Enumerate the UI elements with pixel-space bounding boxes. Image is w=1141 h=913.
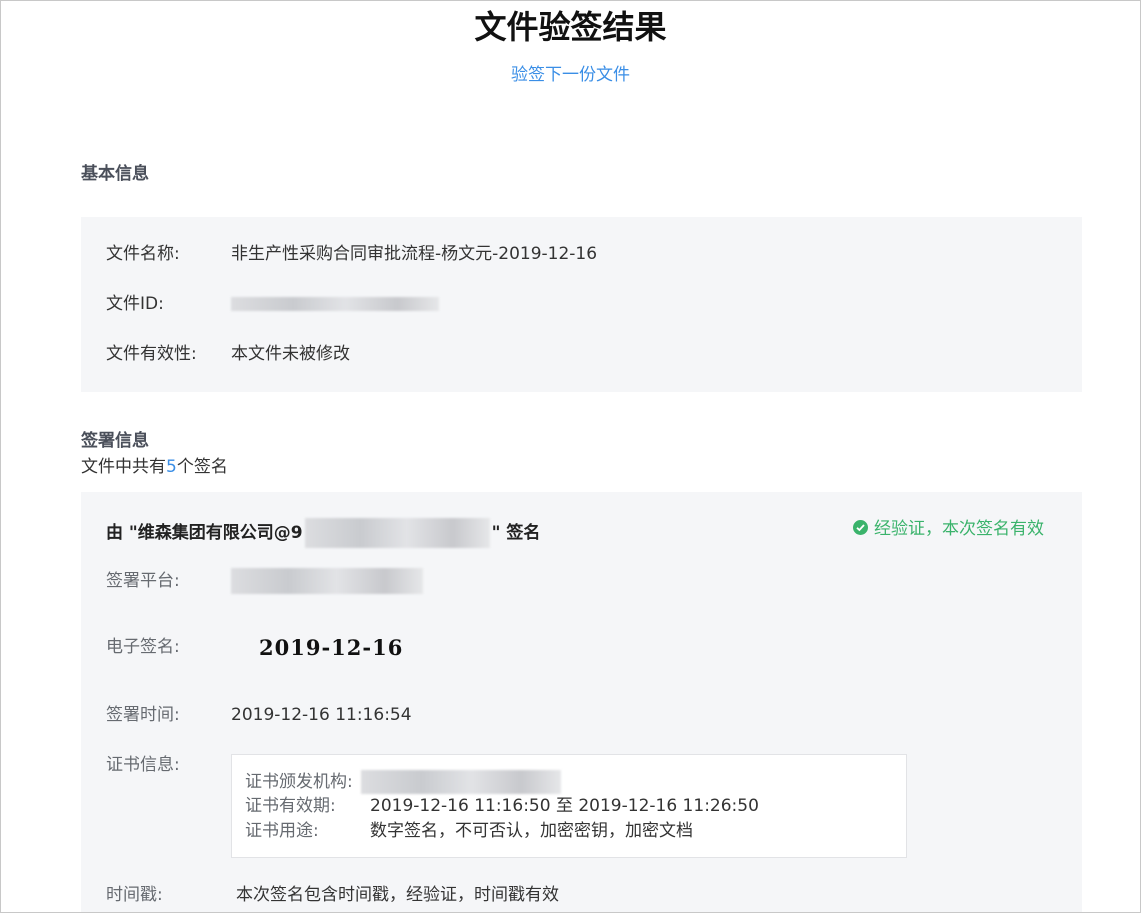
- cert-row: 证书信息:: [106, 754, 231, 776]
- file-name-label: 文件名称:: [106, 244, 180, 264]
- signer-header-prefix: 由 "维森集团有限公司@9: [106, 523, 303, 543]
- signature-count-prefix: 文件中共有: [81, 457, 166, 477]
- cert-issuer-label: 证书颁发机构:: [245, 772, 353, 792]
- esign-date: 2019-12-16: [259, 635, 404, 660]
- file-validity-value: 本文件未被修改: [231, 344, 350, 364]
- signature-count-text: 文件中共有5个签名: [81, 456, 228, 478]
- signature-count-suffix: 个签名: [176, 457, 228, 477]
- verification-status-text: 经验证，本次签名有效: [874, 519, 1044, 539]
- platform-row: 签署平台:: [106, 568, 423, 594]
- sign-time-label: 签署时间:: [106, 705, 180, 725]
- cert-usage-value: 数字签名，不可否认，加密密钥，加密文档: [370, 821, 693, 841]
- cert-validity-line: 证书有效期: 2019-12-16 11:16:50 至 2019-12-16 1…: [245, 795, 759, 817]
- timestamp-row: 时间戳: 本次签名包含时间戳，经验证，时间戳有效: [106, 884, 559, 906]
- cert-usage-line: 证书用途: 数字签名，不可否认，加密密钥，加密文档: [245, 820, 693, 842]
- timestamp-label: 时间戳:: [106, 885, 163, 905]
- sign-time-row: 签署时间: 2019-12-16 11:16:54: [106, 704, 412, 726]
- cert-issuer-redacted: [360, 770, 561, 794]
- cert-label: 证书信息:: [106, 755, 180, 775]
- sign-time-value: 2019-12-16 11:16:54: [231, 705, 412, 725]
- signer-header-suffix: " 签名: [491, 523, 541, 543]
- basic-info-heading: 基本信息: [81, 164, 149, 184]
- basic-info-panel: 文件名称: 非生产性采购合同审批流程-杨文元-2019-12-16 文件ID: 文…: [81, 217, 1082, 392]
- signer-redacted: [304, 518, 490, 548]
- signature-count-number: 5: [166, 457, 177, 477]
- file-name-value: 非生产性采购合同审批流程-杨文元-2019-12-16: [231, 244, 598, 264]
- platform-label: 签署平台:: [106, 571, 180, 591]
- file-validity-row: 文件有效性: 本文件未被修改: [106, 343, 350, 365]
- esign-image: 2019-12-16: [259, 635, 403, 660]
- cert-validity-value: 2019-12-16 11:16:50 至 2019-12-16 11:26:5…: [370, 796, 759, 816]
- cert-validity-label: 证书有效期:: [245, 796, 336, 816]
- signature-info-heading: 签署信息: [81, 431, 149, 451]
- file-validity-label: 文件有效性:: [106, 344, 197, 364]
- timestamp-value: 本次签名包含时间戳，经验证，时间戳有效: [236, 885, 559, 905]
- signer-header: 由 "维森集团有限公司@9 " 签名: [106, 518, 540, 548]
- file-id-label: 文件ID:: [106, 294, 164, 314]
- esign-row: 电子签名:: [106, 636, 231, 658]
- platform-redacted: [231, 568, 423, 594]
- file-id-redacted: [231, 297, 439, 311]
- file-id-row: 文件ID:: [106, 293, 439, 315]
- verification-status: 经验证，本次签名有效: [853, 518, 1044, 540]
- file-name-row: 文件名称: 非生产性采购合同审批流程-杨文元-2019-12-16: [106, 243, 597, 265]
- cert-issuer-line: 证书颁发机构:: [245, 770, 561, 794]
- check-circle-icon: [853, 520, 868, 535]
- verification-result-page: 文件验签结果 验签下一份文件 基本信息 文件名称: 非生产性采购合同审批流程-杨文…: [0, 0, 1141, 913]
- esign-label: 电子签名:: [106, 637, 180, 657]
- signature-panel: 由 "维森集团有限公司@9 " 签名 经验证，本次签名有效 签署平台: 电子签名:…: [81, 492, 1082, 912]
- cert-usage-label: 证书用途:: [245, 821, 319, 841]
- verify-next-file-link[interactable]: 验签下一份文件: [1, 64, 1140, 86]
- page-title: 文件验签结果: [474, 8, 667, 46]
- certificate-box: 证书颁发机构: 证书有效期: 2019-12-16 11:16:50 至 2019…: [231, 754, 907, 858]
